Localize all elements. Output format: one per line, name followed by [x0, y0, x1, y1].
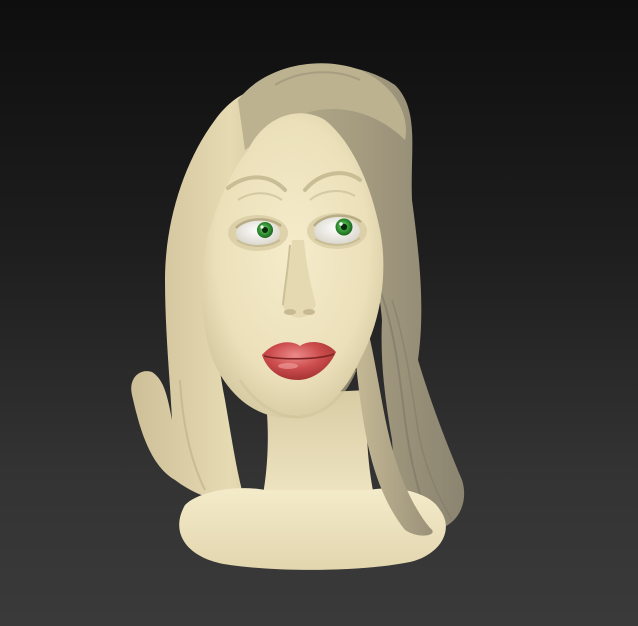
left-eye — [235, 218, 282, 247]
sculpted-bust-model[interactable] — [0, 0, 638, 626]
3d-viewport[interactable] — [0, 0, 638, 626]
